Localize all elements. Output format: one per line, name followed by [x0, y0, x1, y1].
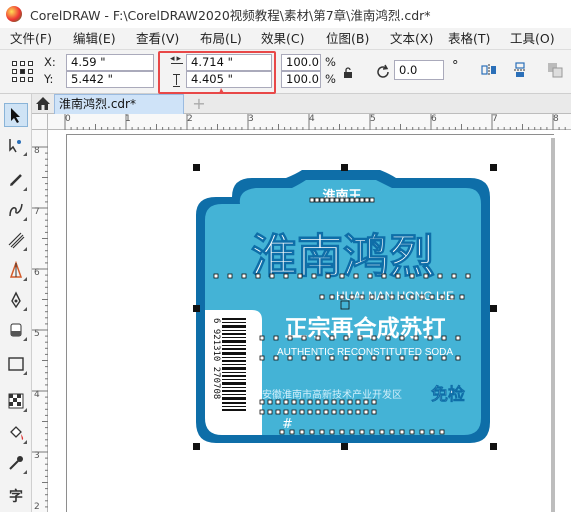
ruler-tick-label: 5: [370, 114, 376, 124]
scale-x-field[interactable]: 100.0: [281, 54, 321, 71]
freehand-tool-icon[interactable]: [4, 198, 28, 222]
ruler-tick-label: 4: [309, 114, 315, 124]
menu-edit[interactable]: 编辑(E): [57, 28, 120, 50]
y-position-field[interactable]: 5.442 ": [66, 71, 154, 88]
arrange-icon[interactable]: [547, 62, 563, 78]
ruler-tick-label: 5: [34, 329, 40, 339]
menu-file[interactable]: 文件(F): [0, 28, 57, 50]
menu-table[interactable]: 表格(T): [434, 28, 496, 50]
rotation-field[interactable]: 0.0: [394, 60, 444, 80]
coreldraw-logo-icon: [6, 6, 22, 22]
menu-bar: 文件(F) 编辑(E) 查看(V) 布局(L) 效果(C) 位图(B) 文本(X…: [0, 28, 571, 50]
menu-bitmaps[interactable]: 位图(B): [310, 28, 374, 50]
ruler-tick-label: 0: [65, 114, 71, 124]
pick-tool-icon[interactable]: [4, 103, 28, 127]
pen-tool-icon[interactable]: [4, 288, 28, 312]
subtitle-text: 正宗再合成苏打: [285, 315, 446, 342]
menu-tools[interactable]: 工具(O): [496, 28, 556, 50]
ruler-tick-label: 2: [187, 114, 193, 124]
barcode-number: 6 921310 270708: [211, 318, 221, 399]
ruler-tick-label: 1: [125, 114, 131, 124]
x-position-field[interactable]: 4.59 ": [66, 54, 154, 71]
lock-ratio-icon[interactable]: [343, 67, 353, 79]
ruler-tick-label: 7: [34, 207, 40, 217]
ruler-tick-label: 7: [492, 114, 498, 124]
smart-fill-icon[interactable]: [4, 258, 28, 282]
free-check-text: 免检: [431, 384, 465, 405]
rotation-unit: °: [452, 59, 459, 74]
y-label: Y:: [44, 72, 54, 86]
ruler-tick-label: 8: [553, 114, 559, 124]
eraser-tool-icon[interactable]: [4, 318, 28, 342]
scale-y-unit: %: [325, 72, 336, 86]
ruler-corner[interactable]: [32, 114, 48, 130]
window-title: CorelDRAW - F:\CorelDRAW2020视频教程\素材\第7章\…: [30, 7, 431, 23]
scale-y-field[interactable]: 100.0: [281, 71, 321, 88]
ruler-tick-label: 3: [34, 451, 40, 461]
label-artwork[interactable]: 6 921310 270708 淮南王 淮南鸿烈 HUAI NAN HONG L…: [48, 130, 571, 512]
ruler-tick-label: 3: [248, 114, 254, 124]
eyedropper-tool-icon[interactable]: [4, 451, 28, 475]
home-icon[interactable]: [35, 96, 51, 111]
ruler-tick-label: 6: [34, 268, 40, 278]
document-tab-bar: 淮南鸿烈.cdr* +: [32, 94, 571, 114]
menu-layout[interactable]: 布局(L): [184, 28, 247, 50]
reference-point-icon[interactable]: [12, 61, 34, 83]
fill-tool-icon[interactable]: [4, 421, 28, 445]
ruler-tick-label: 4: [34, 390, 40, 400]
ruler-tick-label: 2: [34, 502, 40, 512]
menu-effects[interactable]: 效果(C): [247, 28, 310, 50]
address-text: 安徽淮南市高新技术产业开发区: [262, 388, 402, 401]
artistic-media-icon[interactable]: [4, 228, 28, 252]
shape-tool-icon[interactable]: [4, 133, 28, 157]
ruler-tick-label: 6: [431, 114, 437, 124]
crop-tool-icon[interactable]: [4, 168, 28, 192]
menu-text[interactable]: 文本(X): [374, 28, 434, 50]
add-tab-button[interactable]: +: [190, 95, 208, 113]
title-bar: CorelDRAW - F:\CorelDRAW2020视频教程\素材\第7章\…: [0, 0, 571, 28]
mirror-vertical-icon[interactable]: [512, 62, 528, 78]
transparency-tool-icon[interactable]: [4, 389, 28, 413]
rectangle-tool-icon[interactable]: [4, 352, 28, 376]
rotate-icon: [377, 64, 389, 78]
menu-view[interactable]: 查看(V): [120, 28, 184, 50]
ruler-tick-label: 8: [34, 146, 40, 156]
x-label: X:: [44, 55, 56, 69]
text-tool-icon[interactable]: 字: [4, 484, 28, 508]
mirror-horizontal-icon[interactable]: [481, 62, 497, 78]
document-tab[interactable]: 淮南鸿烈.cdr*: [54, 94, 184, 114]
scale-x-unit: %: [325, 55, 336, 69]
horizontal-ruler[interactable]: 0 1 2 3 4 5 6 7 8: [48, 114, 571, 130]
drawing-canvas[interactable]: 6 921310 270708 淮南王 淮南鸿烈 HUAI NAN HONG L…: [48, 130, 571, 512]
vertical-ruler[interactable]: 8 7 6 5 4 3 2: [32, 130, 48, 512]
